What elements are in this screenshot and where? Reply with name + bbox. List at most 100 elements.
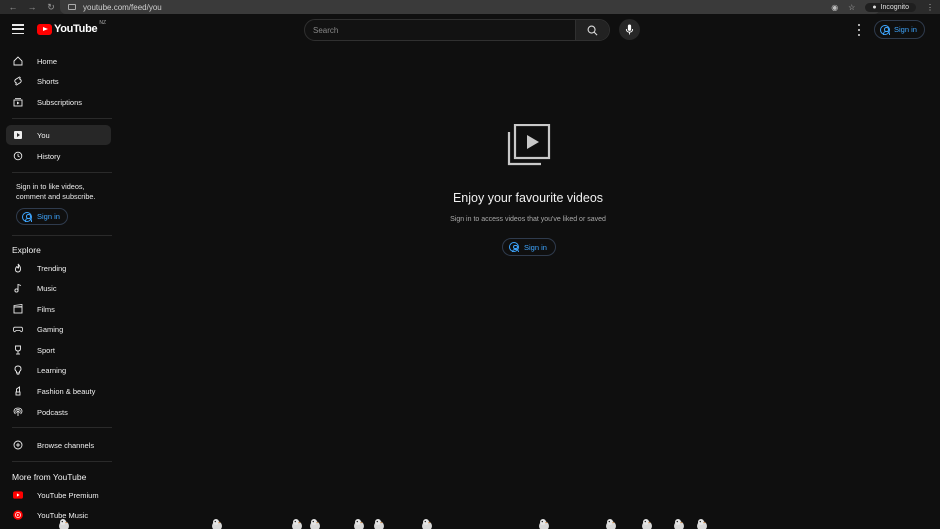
incognito-icon: ●	[872, 3, 877, 11]
reload-icon[interactable]: ↻	[46, 2, 56, 13]
sidebar-item-history[interactable]: History	[6, 146, 111, 166]
sidebar-item-label: Home	[37, 56, 58, 66]
sidebar-item-learning[interactable]: Learning	[6, 360, 111, 380]
country-code: NZ	[99, 20, 106, 26]
mascot-character-icon	[672, 517, 686, 529]
youtube-music-icon	[13, 510, 23, 520]
settings-more-icon[interactable]	[855, 24, 863, 36]
sidebar-item-label: Sport	[37, 345, 55, 355]
sidebar-item-label: Learning	[37, 365, 67, 375]
fashion-icon	[13, 386, 23, 396]
mascot-character-icon	[57, 517, 71, 529]
sidebar-item-label: Gaming	[37, 324, 64, 334]
address-bar[interactable]: youtube.com/feed/you	[60, 0, 880, 14]
account-icon	[22, 211, 32, 222]
sidebar-item-home[interactable]: Home	[6, 51, 111, 71]
sidebar-item-films[interactable]: Films	[6, 299, 111, 319]
history-icon	[13, 151, 23, 161]
sidebar-item-label: Browse channels	[37, 440, 95, 450]
subscriptions-icon	[13, 97, 23, 107]
sidebar-signin-button[interactable]: Sign in	[16, 208, 68, 225]
sidebar-item-browse-channels[interactable]: Browse channels	[6, 435, 111, 455]
search-input[interactable]	[305, 20, 575, 40]
films-icon	[13, 304, 23, 314]
empty-state-title: Enjoy your favourite videos	[452, 191, 604, 205]
mascot-character-icon	[537, 517, 551, 529]
sidebar-divider	[12, 172, 112, 173]
back-icon[interactable]: ←	[8, 2, 18, 12]
sidebar-item-music[interactable]: Music	[6, 278, 111, 298]
sidebar-item-trending[interactable]: Trending	[6, 258, 111, 278]
sidebar-item-label: History	[37, 151, 61, 161]
search-button[interactable]	[575, 20, 609, 40]
empty-state-subtitle: Sign in to access videos that you've lik…	[450, 216, 606, 223]
mascot-character-icon	[604, 517, 618, 529]
learning-icon	[13, 365, 23, 375]
sidebar-item-label: You	[37, 130, 50, 140]
incognito-label: Incognito	[880, 3, 909, 11]
sidebar-item-sport[interactable]: Sport	[6, 340, 111, 360]
signin-promo-text: Sign in to like videos, comment and subs…	[16, 182, 96, 201]
mascot-character-icon	[640, 517, 654, 529]
gaming-icon	[13, 324, 23, 334]
mascot-character-icon	[420, 517, 434, 529]
shorts-icon	[13, 76, 23, 86]
youtube-logo[interactable]: YouTube NZ	[37, 20, 106, 35]
voice-search-button[interactable]	[619, 19, 640, 40]
more-from-youtube-heading: More from YouTube	[12, 472, 87, 482]
sidebar-item-label: Films	[37, 304, 55, 314]
signin-label: Sign in	[37, 212, 60, 221]
home-icon	[13, 56, 23, 66]
search-box	[304, 19, 610, 41]
mascot-character-icon	[372, 517, 386, 529]
browser-toolbar: ← → ↻ youtube.com/feed/you ◉ ☆ ● Incogni…	[0, 0, 940, 14]
sidebar-item-label: Podcasts	[37, 407, 68, 417]
search-icon	[587, 25, 598, 35]
podcasts-icon	[13, 407, 23, 417]
sidebar-item-podcasts[interactable]: Podcasts	[6, 402, 111, 422]
signin-button[interactable]: Sign in	[874, 20, 925, 39]
sidebar-divider	[12, 461, 112, 462]
sidebar: Home Shorts Subscriptions You History Si…	[0, 46, 118, 529]
microphone-icon	[625, 24, 634, 35]
sport-icon	[13, 345, 23, 355]
youtube-premium-icon	[13, 490, 23, 500]
forward-icon[interactable]: →	[27, 2, 37, 12]
sidebar-item-fashion-beauty[interactable]: Fashion & beauty	[6, 381, 111, 401]
sidebar-item-label: YouTube Premium	[37, 490, 99, 500]
sidebar-item-shorts[interactable]: Shorts	[6, 71, 111, 91]
sidebar-divider	[12, 427, 112, 428]
sidebar-item-subscriptions[interactable]: Subscriptions	[6, 92, 111, 112]
music-icon	[13, 283, 23, 293]
menu-icon[interactable]	[12, 24, 24, 34]
mascot-character-icon	[290, 517, 304, 529]
account-icon	[509, 242, 519, 252]
sidebar-item-label: Trending	[37, 263, 67, 273]
account-icon	[880, 24, 890, 35]
explore-heading: Explore	[12, 245, 41, 255]
sidebar-item-youtube-premium[interactable]: YouTube Premium	[6, 485, 111, 505]
mascot-character-icon	[352, 517, 366, 529]
tracking-protection-icon[interactable]: ◉	[831, 3, 838, 12]
sidebar-divider	[12, 118, 112, 119]
sidebar-item-label: Shorts	[37, 76, 59, 86]
sidebar-item-label: Music	[37, 283, 57, 293]
trending-icon	[13, 263, 23, 273]
main-signin-button[interactable]: Sign in	[502, 238, 556, 256]
browser-menu-icon[interactable]: ⋮	[926, 3, 934, 12]
site-info-icon[interactable]	[68, 4, 76, 10]
sidebar-divider	[12, 235, 112, 236]
incognito-badge[interactable]: ● Incognito	[865, 2, 916, 12]
signin-label: Sign in	[894, 25, 917, 34]
signin-label: Sign in	[524, 242, 547, 252]
logo-text: YouTube	[54, 23, 98, 35]
mascot-character-icon	[210, 517, 224, 529]
sidebar-item-label: Subscriptions	[37, 97, 83, 107]
video-library-icon	[503, 123, 551, 170]
bookmark-star-icon[interactable]: ☆	[848, 3, 855, 12]
sidebar-item-gaming[interactable]: Gaming	[6, 319, 111, 339]
sidebar-item-you[interactable]: You	[6, 125, 111, 145]
mascot-character-icon	[308, 517, 322, 529]
youtube-play-icon	[37, 23, 52, 35]
you-icon	[13, 130, 23, 140]
